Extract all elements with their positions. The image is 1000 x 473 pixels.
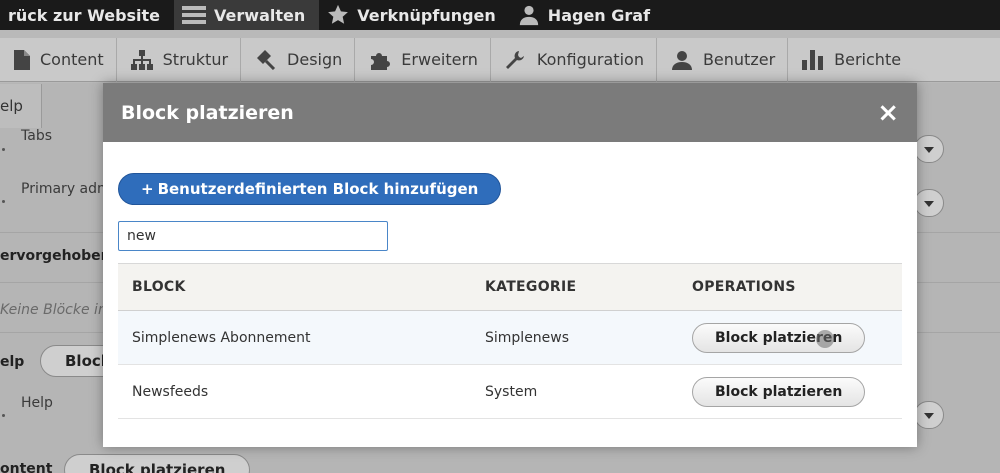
manage-menu[interactable]: Verwalten	[174, 0, 320, 30]
dialog-body: + Benutzerdefinierten Block hinzufügen B…	[103, 142, 917, 419]
admin-tray: Content Struktur Design Erweitern Konfig…	[0, 37, 1000, 82]
star-icon	[328, 4, 349, 24]
bullet-dot	[2, 148, 5, 151]
user-menu[interactable]: Hagen Graf	[510, 0, 664, 30]
tray-item-label: Konfiguration	[536, 50, 644, 69]
category-cell: System	[471, 364, 678, 419]
help-region-select[interactable]	[914, 401, 944, 429]
tray-item-label: Content	[40, 50, 104, 69]
back-to-site-label: rück zur Website	[8, 5, 161, 25]
content-region-title: ontent	[0, 461, 53, 473]
add-custom-block-label: Benutzerdefinierten Block hinzufügen	[157, 180, 479, 198]
content-place-block-button[interactable]: Block platzieren	[64, 454, 251, 473]
block-filter-input[interactable]	[118, 221, 388, 251]
operations-cell: Block platzieren	[678, 364, 902, 419]
tray-item-label: Berichte	[834, 50, 902, 69]
chart-icon	[802, 49, 824, 70]
dialog-title: Block platzieren	[121, 101, 294, 124]
highlighted-region-title: ervorgehoben	[0, 248, 111, 264]
tray-item-benutzer[interactable]: Benutzer	[657, 37, 789, 82]
bullet-dot	[2, 200, 5, 203]
structure-icon	[130, 49, 153, 70]
tabs-region-select[interactable]	[914, 135, 944, 163]
tray-item-label: Erweitern	[401, 50, 478, 69]
hamburger-icon	[182, 6, 207, 24]
shortcuts-menu[interactable]: Verknüpfungen	[319, 0, 510, 30]
operations-cell: Block platzieren	[678, 310, 902, 365]
paint-icon	[257, 49, 276, 70]
tray-item-struktur[interactable]: Struktur	[117, 37, 242, 82]
user-icon	[671, 50, 692, 70]
bullet-dot	[2, 414, 5, 417]
dialog-header: Block platzieren ×	[103, 83, 917, 142]
help-region-title: elp	[0, 354, 25, 370]
user-label: Hagen Graf	[547, 5, 651, 25]
place-block-dialog: Block platzieren × + Benutzerdefinierten…	[103, 83, 917, 447]
tray-item-berichte[interactable]: Berichte	[788, 38, 913, 82]
tray-item-label: Benutzer	[702, 50, 776, 69]
document-icon	[14, 49, 30, 70]
tray-item-konfiguration[interactable]: Konfiguration	[491, 37, 657, 82]
tray-item-label: Struktur	[162, 50, 229, 69]
primary-region-select[interactable]	[914, 189, 944, 217]
tabs-block-label: Tabs	[21, 128, 52, 144]
back-to-site-link[interactable]: rück zur Website	[0, 0, 174, 30]
category-cell: Simplenews	[471, 310, 678, 365]
help-tab[interactable]: elp	[0, 84, 42, 128]
column-header-category: KATEGORIE	[485, 279, 577, 295]
tray-item-erweitern[interactable]: Erweitern	[355, 37, 491, 82]
place-block-button[interactable]: Block platzieren	[692, 322, 866, 353]
help-block-label: Help	[21, 395, 53, 411]
wrench-icon	[505, 50, 524, 69]
column-header-block: BLOCK	[132, 279, 186, 295]
add-custom-block-button[interactable]: + Benutzerdefinierten Block hinzufügen	[118, 173, 502, 205]
column-header-operations: OPERATIONS	[692, 279, 796, 295]
tray-item-label: Design	[287, 50, 343, 69]
shortcuts-label: Verknüpfungen	[357, 5, 496, 25]
block-table: BLOCK KATEGORIE OPERATIONS Simplenews Ab…	[118, 263, 902, 419]
table-row: Newsfeeds System Block platzieren	[118, 364, 902, 419]
help-tab-label: elp	[0, 97, 23, 115]
table-header-row: BLOCK KATEGORIE OPERATIONS	[118, 263, 902, 311]
block-name-cell: Simplenews Abonnement	[118, 310, 471, 365]
place-block-button[interactable]: Block platzieren	[692, 376, 866, 407]
tray-item-content[interactable]: Content	[0, 37, 117, 82]
place-block-label: Block platzieren	[715, 383, 843, 400]
manage-label: Verwalten	[214, 5, 306, 25]
tray-item-design[interactable]: Design	[241, 37, 356, 82]
block-name-cell: Newsfeeds	[118, 364, 471, 419]
admin-toolbar: rück zur Website Verwalten Verknüpfungen…	[0, 0, 1000, 30]
primary-block-label: Primary adm	[21, 181, 111, 197]
plus-icon: +	[141, 180, 154, 198]
puzzle-icon	[371, 52, 391, 70]
close-icon[interactable]: ×	[877, 100, 899, 126]
mouse-cursor-indicator	[816, 329, 835, 348]
person-icon	[519, 5, 538, 26]
table-row: Simplenews Abonnement Simplenews Block p…	[118, 310, 902, 365]
